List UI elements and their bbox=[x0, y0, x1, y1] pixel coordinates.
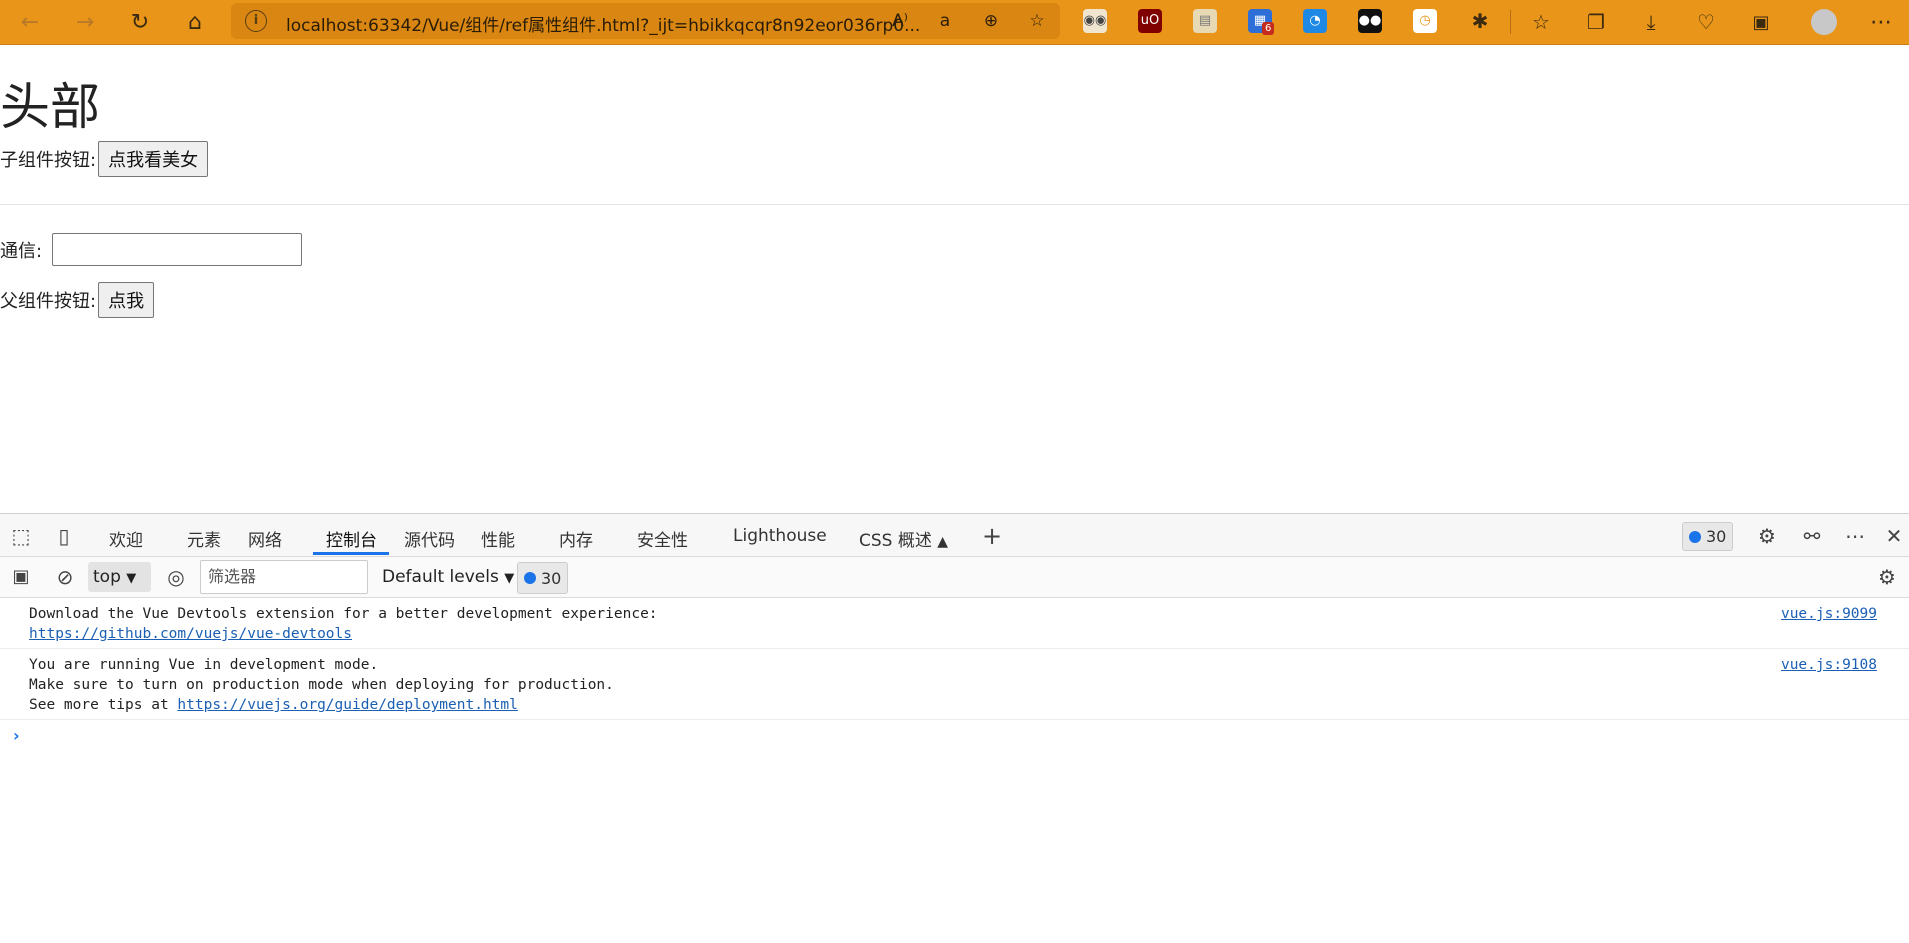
active-tab-indicator bbox=[313, 552, 389, 555]
extension-clock-icon[interactable]: ◷ bbox=[1413, 9, 1437, 33]
comm-row: 通信: bbox=[0, 233, 303, 266]
extension-folder-icon[interactable]: ▤ bbox=[1193, 9, 1217, 33]
extension-eyes-icon[interactable]: ◉◉ bbox=[1083, 9, 1107, 33]
log-link[interactable]: https://vuejs.org/guide/deployment.html bbox=[177, 697, 517, 713]
parent-component-button[interactable]: 点我 bbox=[98, 282, 155, 318]
device-emulation-icon[interactable]: ▯ bbox=[52, 524, 76, 548]
devtools-tabbar: ⬚ ▯ 欢迎 元素 网络 控制台 源代码 性能 内存 安全性 Lighthous… bbox=[0, 514, 1909, 557]
refresh-icon[interactable]: ↻ bbox=[124, 6, 156, 38]
child-button-row: 子组件按钮: 点我看美女 bbox=[0, 141, 209, 177]
more-tools-plus-icon[interactable]: + bbox=[980, 524, 1004, 548]
extension-penguin-icon[interactable]: ◔ bbox=[1303, 9, 1327, 33]
favorite-add-icon[interactable]: ☆ bbox=[1026, 10, 1048, 32]
chevron-down-icon: ▼ bbox=[504, 571, 515, 586]
console-message: Download the Vue Devtools extension for … bbox=[0, 598, 1909, 649]
log-text: See more tips at bbox=[29, 697, 178, 713]
favorites-icon[interactable]: ☆ bbox=[1525, 6, 1557, 38]
context-value: top bbox=[93, 567, 121, 587]
log-levels-dropdown[interactable]: Default levels ▼ bbox=[382, 567, 514, 587]
message-icon bbox=[524, 572, 536, 584]
tab-css-overview-label: CSS 概述 bbox=[859, 531, 932, 551]
page-content: 头部 子组件按钮: 点我看美女 通信: 父组件按钮: 点我 bbox=[0, 45, 1909, 513]
url-path: :63342/Vue/组件/ref属性组件.html?_ijt=hbikkqcq… bbox=[362, 16, 921, 36]
parent-button-row: 父组件按钮: 点我 bbox=[0, 282, 155, 318]
extensions-puzzle-icon[interactable]: ✱ bbox=[1468, 9, 1492, 33]
customize-icon[interactable]: ⚯ bbox=[1800, 524, 1824, 548]
extension-badge: 6 bbox=[1262, 22, 1275, 35]
experiment-flask-icon: ▲ bbox=[937, 534, 949, 550]
translate-icon[interactable]: a bbox=[934, 10, 956, 32]
profile-avatar[interactable] bbox=[1808, 6, 1840, 38]
console-settings-icon[interactable]: ⚙ bbox=[1875, 565, 1899, 589]
comm-label: 通信: bbox=[0, 240, 43, 262]
downloads-icon[interactable]: ⤓ bbox=[1635, 6, 1667, 38]
message-count: 30 bbox=[1706, 527, 1727, 546]
site-info-icon[interactable]: i bbox=[245, 10, 267, 32]
clear-console-icon[interactable]: ⊘ bbox=[53, 565, 77, 589]
console-output: Download the Vue Devtools extension for … bbox=[0, 598, 1909, 745]
tab-memory[interactable]: 内存 bbox=[559, 526, 593, 551]
console-filter-input[interactable]: 筛选器 bbox=[200, 560, 368, 594]
collections-icon[interactable]: ❐ bbox=[1580, 6, 1612, 38]
browser-toolbar: ← → ↻ ⌂ i localhost:63342/Vue/组件/ref属性组件… bbox=[0, 0, 1909, 45]
tab-elements[interactable]: 元素 bbox=[187, 526, 221, 551]
log-source-link[interactable]: vue.js:9108 bbox=[1781, 655, 1877, 675]
tab-performance[interactable]: 性能 bbox=[481, 526, 515, 551]
address-bar[interactable]: i localhost:63342/Vue/组件/ref属性组件.html?_i… bbox=[231, 3, 1060, 39]
browser-essentials-icon[interactable]: ♡ bbox=[1690, 6, 1722, 38]
page-heading: 头部 bbox=[0, 78, 100, 136]
comm-input[interactable] bbox=[52, 233, 303, 266]
log-link[interactable]: https://github.com/vuejs/vue-devtools bbox=[29, 626, 352, 642]
chevron-down-icon: ▼ bbox=[126, 571, 137, 586]
toolbar-separator bbox=[1510, 10, 1511, 34]
message-icon bbox=[1689, 530, 1701, 543]
child-button-label: 子组件按钮: bbox=[0, 150, 97, 171]
ublock-icon[interactable]: uO bbox=[1138, 9, 1162, 33]
url-host: localhost bbox=[286, 16, 363, 36]
sidebar-toggle-icon[interactable]: ▣ bbox=[9, 565, 33, 589]
tab-console[interactable]: 控制台 bbox=[326, 526, 377, 551]
math-solver-icon[interactable]: ▣ bbox=[1745, 6, 1777, 38]
log-levels-label: Default levels bbox=[382, 567, 499, 587]
log-text: Make sure to turn on production mode whe… bbox=[29, 677, 614, 693]
read-aloud-icon[interactable]: A⁾ bbox=[889, 10, 911, 32]
devtools-more-icon[interactable]: ⋯ bbox=[1843, 524, 1867, 548]
devtools-settings-icon[interactable]: ⚙ bbox=[1755, 524, 1779, 548]
settings-more-icon[interactable]: ⋯ bbox=[1865, 6, 1897, 38]
extension-tampermonkey-icon[interactable]: ●● bbox=[1358, 9, 1382, 33]
close-devtools-icon[interactable]: ✕ bbox=[1882, 524, 1906, 548]
devtools-panel: ⬚ ▯ 欢迎 元素 网络 控制台 源代码 性能 内存 安全性 Lighthous… bbox=[0, 513, 1909, 943]
home-icon[interactable]: ⌂ bbox=[179, 6, 211, 38]
issues-count: 30 bbox=[541, 568, 562, 588]
message-count-badge[interactable]: 30 bbox=[1682, 522, 1734, 551]
back-icon[interactable]: ← bbox=[14, 6, 46, 38]
log-text: Download the Vue Devtools extension for … bbox=[29, 606, 658, 622]
log-text-with-link: See more tips at https://vuejs.org/guide… bbox=[29, 695, 1909, 715]
console-prompt-icon[interactable]: › bbox=[0, 720, 1909, 745]
child-component-button[interactable]: 点我看美女 bbox=[98, 141, 209, 177]
context-selector[interactable]: top ▼ bbox=[88, 562, 151, 592]
tab-security[interactable]: 安全性 bbox=[637, 526, 688, 551]
console-toolbar: ▣ ⊘ top ▼ ◎ 筛选器 Default levels ▼ 30 ⚙ bbox=[0, 557, 1909, 598]
issues-count-badge[interactable]: 30 bbox=[517, 562, 569, 594]
parent-button-label: 父组件按钮: bbox=[0, 291, 97, 312]
live-expression-eye-icon[interactable]: ◎ bbox=[164, 565, 188, 589]
console-message: You are running Vue in development mode.… bbox=[0, 649, 1909, 720]
divider bbox=[0, 204, 1909, 205]
tab-css-overview[interactable]: CSS 概述 ▲ bbox=[859, 526, 948, 551]
url-text[interactable]: localhost:63342/Vue/组件/ref属性组件.html?_ijt… bbox=[286, 11, 920, 36]
zoom-icon[interactable]: ⊕ bbox=[980, 10, 1002, 32]
forward-icon[interactable]: → bbox=[69, 6, 101, 38]
log-text: You are running Vue in development mode. bbox=[29, 657, 379, 673]
tab-lighthouse[interactable]: Lighthouse bbox=[733, 526, 827, 546]
inspect-element-icon[interactable]: ⬚ bbox=[9, 524, 33, 548]
tab-network[interactable]: 网络 bbox=[248, 526, 282, 551]
log-source-link[interactable]: vue.js:9099 bbox=[1781, 604, 1877, 624]
tab-welcome[interactable]: 欢迎 bbox=[109, 526, 143, 551]
tab-sources[interactable]: 源代码 bbox=[404, 526, 455, 551]
